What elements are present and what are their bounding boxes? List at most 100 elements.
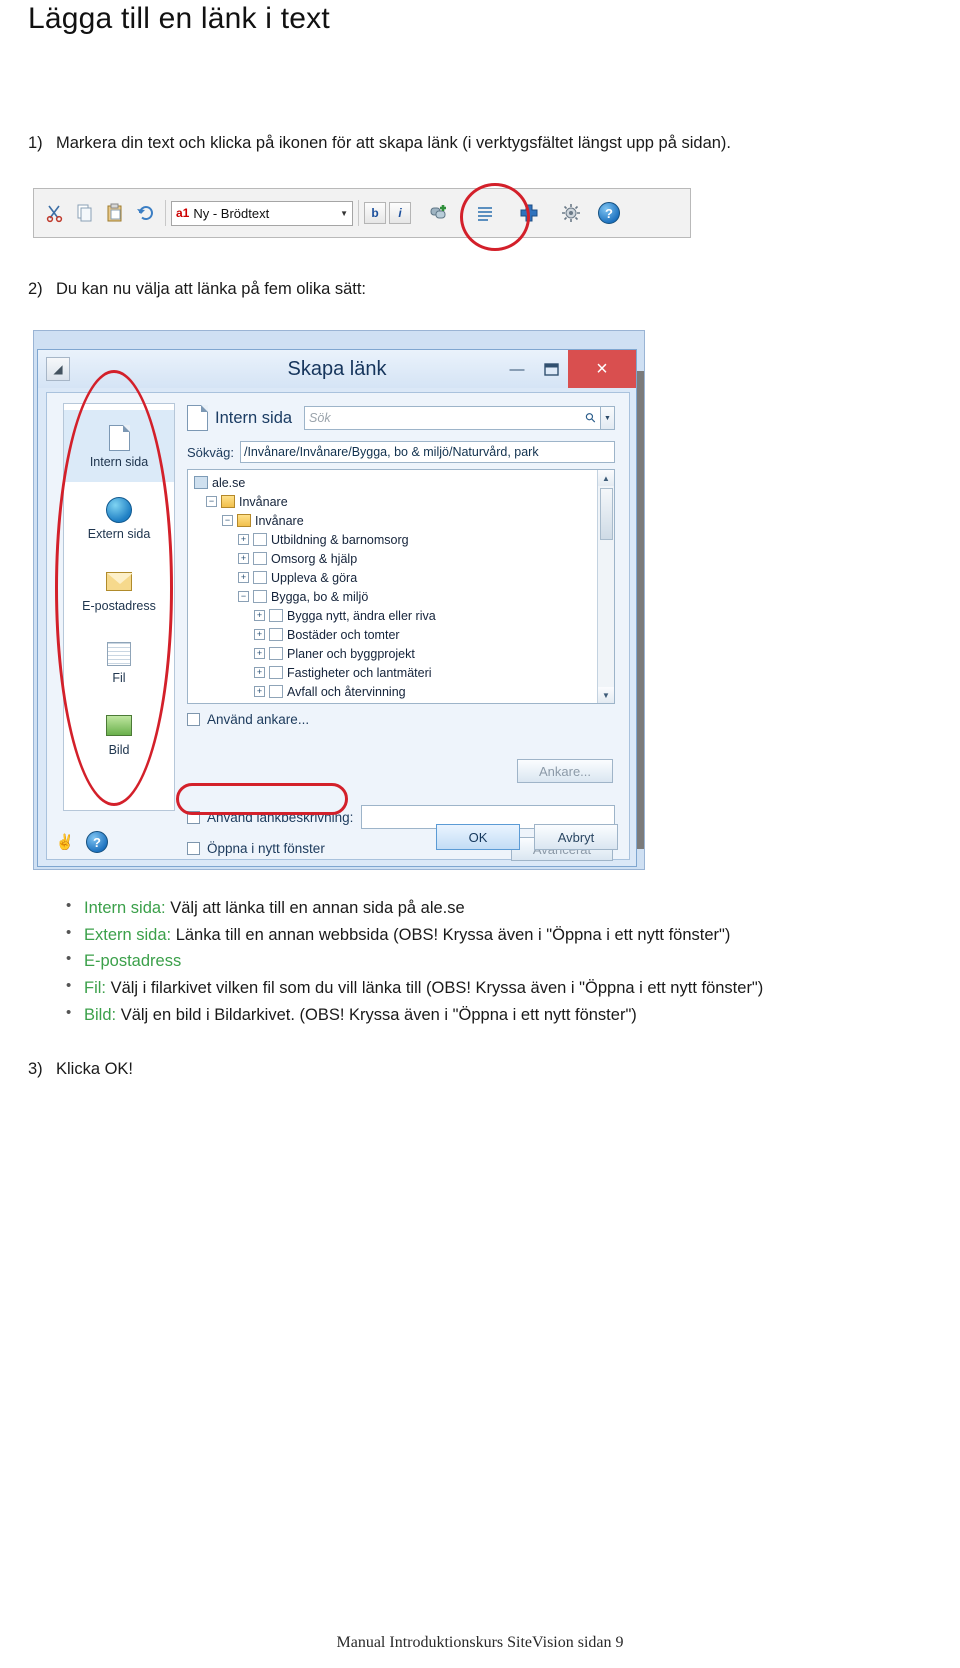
expand-icon[interactable]: +	[254, 648, 265, 659]
tree-item[interactable]: + Utbildning & barnomsorg	[192, 530, 614, 549]
link-icon[interactable]	[424, 198, 454, 228]
toolbar-separator	[165, 200, 166, 226]
home-icon	[194, 476, 208, 489]
expand-icon[interactable]: +	[238, 572, 249, 583]
minimize-button[interactable]: —	[500, 354, 534, 384]
page-icon	[253, 552, 267, 565]
site-tree[interactable]: ale.se − Invånare − Invånare + Utbildnin…	[187, 469, 615, 704]
scroll-down-icon[interactable]: ▼	[598, 687, 614, 703]
tree-item-label: Avfall och återvinning	[287, 684, 406, 699]
list-item-term: Fil:	[84, 979, 106, 998]
list-item: Bild: Välj en bild i Bildarkivet. (OBS! …	[62, 1001, 942, 1029]
cut-icon[interactable]	[40, 198, 70, 228]
tree-item[interactable]: ale.se	[192, 473, 614, 492]
maximize-button[interactable]	[534, 354, 568, 384]
tree-item[interactable]: + Planer och byggprojekt	[192, 644, 614, 663]
tree-item[interactable]: − Bygga, bo & miljö	[192, 587, 614, 606]
page-icon	[269, 647, 283, 660]
style-icon: a1	[176, 206, 190, 220]
link-type-label: Extern sida	[87, 526, 151, 541]
help-icon[interactable]: ?	[594, 198, 624, 228]
cancel-button[interactable]: Avbryt	[534, 824, 618, 850]
document-page: Lägga till en länk i text 1) Markera din …	[0, 0, 960, 1668]
undo-icon[interactable]	[130, 198, 160, 228]
list-item-term: Intern sida:	[84, 899, 166, 917]
page-footer: Manual Introduktionskurs SiteVision sida…	[336, 1634, 624, 1651]
ok-button[interactable]: OK	[436, 824, 520, 850]
italic-button[interactable]: i	[389, 202, 411, 224]
mail-icon	[104, 568, 134, 596]
bold-button[interactable]: b	[364, 202, 386, 224]
expand-icon[interactable]: +	[238, 534, 249, 545]
tree-item[interactable]: − Invånare	[192, 492, 614, 511]
expand-icon[interactable]: +	[254, 610, 265, 621]
page-icon	[269, 628, 283, 641]
step-1-number: 1)	[28, 134, 43, 152]
link-type-intern-sida[interactable]: Intern sida	[64, 410, 174, 482]
tree-item[interactable]: + Fastigheter och lantmäteri	[192, 663, 614, 682]
scrollbar-thumb[interactable]	[600, 488, 613, 540]
anchor-button[interactable]: Ankare...	[517, 759, 613, 783]
tree-item[interactable]: + Bostäder och tomter	[192, 625, 614, 644]
close-button[interactable]: ×	[568, 350, 636, 388]
toolbar-separator-2	[358, 200, 359, 226]
step-2-text: Du kan nu välja att länka på fem olika s…	[56, 280, 367, 298]
expand-icon[interactable]: +	[238, 553, 249, 564]
search-icon[interactable]: ⚲	[582, 409, 600, 427]
panel-title: Intern sida	[215, 408, 293, 427]
folder-icon	[237, 514, 251, 527]
tree-item[interactable]: − Invånare	[192, 511, 614, 530]
add-icon[interactable]	[514, 198, 544, 228]
list-item-term: Bild:	[84, 1005, 117, 1024]
folder-icon	[221, 495, 235, 508]
expand-icon[interactable]: +	[254, 629, 265, 640]
panel-header: Intern sida Sök ⚲ ▼	[187, 403, 615, 433]
path-field[interactable]: /Invånare/Invånare/Bygga, bo & miljö/Nat…	[239, 441, 615, 463]
collapse-icon[interactable]: −	[206, 496, 217, 507]
tree-item[interactable]: + Omsorg & hjälp	[192, 549, 614, 568]
expand-icon[interactable]: +	[254, 686, 265, 697]
tree-item[interactable]: + Avfall och återvinning	[192, 682, 614, 701]
page-icon	[253, 590, 267, 603]
link-type-extern-sida[interactable]: Extern sida	[64, 482, 174, 554]
expand-icon[interactable]: +	[254, 667, 265, 678]
window-buttons: — ×	[500, 350, 636, 388]
step-3: 3) Klicka OK!	[28, 1058, 928, 1080]
list-item-text: Välj en bild i Bildarkivet. (OBS! Kryssa…	[116, 1005, 637, 1024]
list-item-text: Välj i filarkivet vilken fil som du vill…	[106, 979, 764, 998]
copy-icon[interactable]	[70, 198, 100, 228]
list-icon[interactable]	[470, 198, 500, 228]
scroll-up-icon[interactable]: ▲	[598, 470, 614, 486]
help-icon[interactable]: ?	[84, 829, 110, 855]
use-link-description-label: Använd länkbeskrivning:	[207, 809, 354, 825]
paste-icon[interactable]	[100, 198, 130, 228]
chevron-down-icon[interactable]: ▼	[340, 209, 348, 218]
search-input[interactable]: Sök ⚲	[304, 406, 601, 430]
tree-item[interactable]: + Bygga nytt, ändra eller riva	[192, 606, 614, 625]
tree-item[interactable]: + Uppleva & göra	[192, 568, 614, 587]
tree-item-label: Uppleva & göra	[271, 570, 358, 585]
search-options-dropdown[interactable]: ▼	[601, 406, 615, 430]
use-anchor-checkbox[interactable]	[187, 712, 200, 726]
step-2-number: 2)	[28, 280, 43, 298]
dialog-window: ◢ Skapa länk — × Intern sida Extern sida…	[37, 349, 637, 867]
settings-icon[interactable]	[556, 198, 586, 228]
search-placeholder: Sök	[309, 411, 331, 425]
link-type-bild[interactable]: Bild	[64, 698, 174, 770]
paragraph-style-combo[interactable]: a1 Ny - Brödtext ▼	[171, 200, 353, 226]
link-type-fil[interactable]: Fil	[64, 626, 174, 698]
tree-scrollbar[interactable]: ▲ ▼	[597, 470, 614, 703]
link-type-epostadress[interactable]: E-postadress	[64, 554, 174, 626]
tree-item-label: Fastigheter och lantmäteri	[287, 665, 432, 680]
use-link-description-checkbox[interactable]	[187, 810, 200, 824]
tree-item-label: Omsorg & hjälp	[271, 551, 358, 566]
use-anchor-row[interactable]: Använd ankare...	[187, 704, 615, 734]
hand-icon[interactable]: ✌	[52, 829, 78, 855]
intern-sida-panel: Intern sida Sök ⚲ ▼ Sökväg: /Invånare/In…	[187, 403, 615, 811]
path-row: Sökväg: /Invånare/Invånare/Bygga, bo & m…	[187, 441, 615, 463]
list-item-term: Extern sida:	[84, 925, 172, 944]
collapse-icon[interactable]: −	[222, 515, 233, 526]
page-icon	[104, 424, 134, 452]
tree-item-label: Bostäder och tomter	[287, 627, 400, 642]
collapse-icon[interactable]: −	[238, 591, 249, 602]
